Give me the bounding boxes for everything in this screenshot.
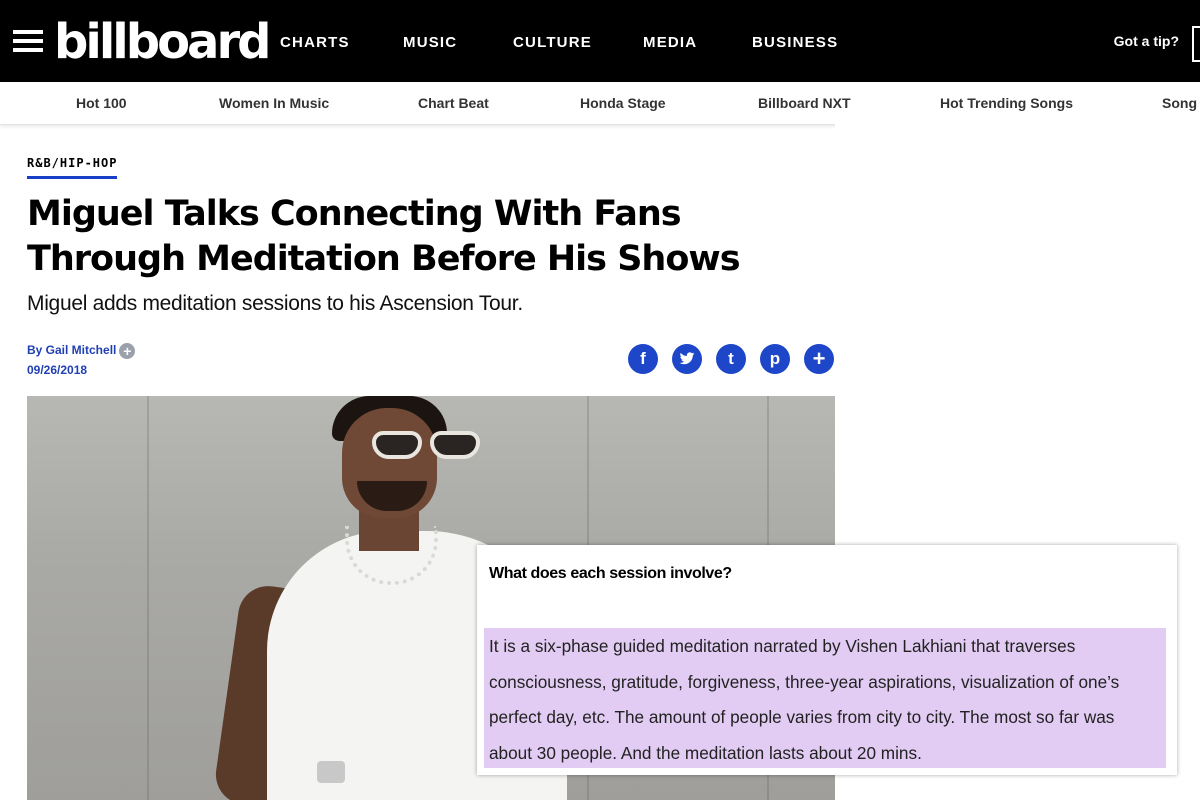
nav-music[interactable]: MUSIC (403, 34, 457, 51)
facebook-icon[interactable]: f (628, 344, 658, 374)
author-link[interactable]: By Gail Mitchell (27, 343, 116, 357)
nav-business[interactable]: BUSINESS (752, 34, 838, 51)
subnav-honda-stage[interactable]: Honda Stage (580, 95, 666, 111)
answer-text: It is a six-phase guided meditation narr… (489, 636, 1120, 763)
publish-date: 09/26/2018 (27, 363, 88, 377)
qa-callout: What does each session involve? It is a … (477, 545, 1177, 775)
article-headline: Miguel Talks Connecting With Fans Throug… (27, 194, 741, 279)
top-header: billboard CHARTS MUSIC CULTURE MEDIA BUS… (0, 0, 1200, 82)
more-share-icon[interactable]: + (804, 344, 834, 374)
tumblr-icon[interactable]: t (716, 344, 746, 374)
highlighted-answer: It is a six-phase guided meditation narr… (484, 628, 1166, 768)
right-rail (835, 124, 1200, 545)
twitter-icon[interactable] (672, 344, 702, 374)
sub-nav: Hot 100 Women In Music Chart Beat Honda … (0, 82, 1200, 125)
follow-author-icon[interactable]: + (119, 343, 136, 359)
subnav-women-in-music[interactable]: Women In Music (219, 95, 329, 111)
billboard-logo[interactable]: billboard (54, 12, 271, 72)
nav-culture[interactable]: CULTURE (513, 34, 592, 51)
subnav-song[interactable]: Song (1162, 95, 1197, 111)
nav-media[interactable]: MEDIA (643, 34, 697, 51)
search-box-edge[interactable] (1192, 26, 1200, 62)
menu-icon[interactable] (13, 30, 43, 52)
byline: By Gail Mitchell + (27, 343, 136, 359)
qa-question: What does each session involve? (489, 565, 732, 582)
article-dek: Miguel adds meditation sessions to his A… (27, 292, 523, 315)
subnav-billboard-nxt[interactable]: Billboard NXT (758, 95, 851, 111)
section-tag[interactable]: R&B/HIP-HOP (27, 156, 118, 179)
subnav-chart-beat[interactable]: Chart Beat (418, 95, 489, 111)
got-a-tip-link[interactable]: Got a tip? (1114, 33, 1179, 49)
nav-charts[interactable]: CHARTS (280, 34, 350, 51)
subnav-hot-100[interactable]: Hot 100 (76, 95, 127, 111)
subnav-hot-trending-songs[interactable]: Hot Trending Songs (940, 95, 1073, 111)
pinterest-icon[interactable]: p (760, 344, 790, 374)
